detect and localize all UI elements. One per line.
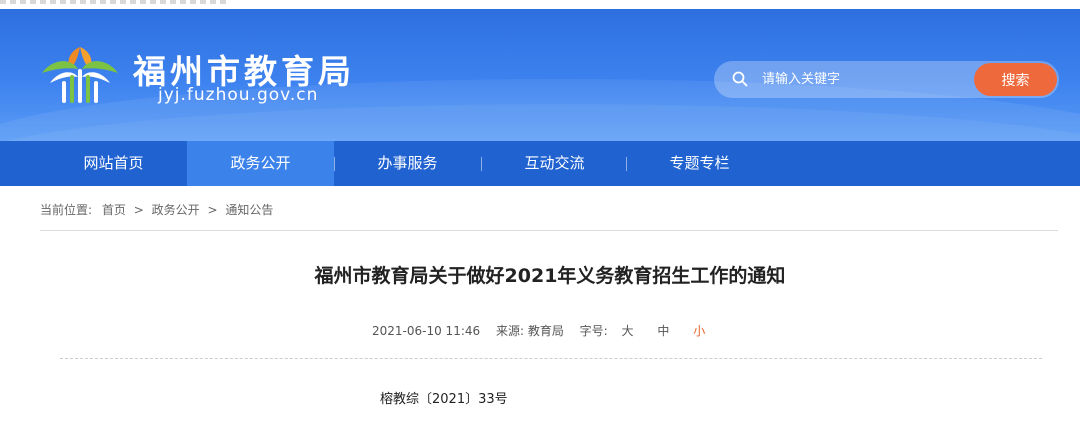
search-box: 搜索 <box>714 61 1059 98</box>
nav-item-special-topics[interactable]: 专题专栏 <box>626 141 773 186</box>
publish-datetime: 2021-06-10 11:46 <box>372 324 481 338</box>
breadcrumb-item-home[interactable]: 首页 <box>102 201 126 218</box>
article-title: 福州市教育局关于做好2021年义务教育招生工作的通知 <box>314 265 786 287</box>
font-size-large-option[interactable]: 大 <box>622 322 634 339</box>
nav-item-government-affairs[interactable]: 政务公开 <box>187 141 334 186</box>
site-domain: jyj.fuzhou.gov.cn <box>158 85 319 105</box>
top-strip <box>0 0 1080 9</box>
banyan-leaf-logo-icon[interactable] <box>40 39 120 105</box>
article-source: 来源: 教育局 <box>495 324 564 338</box>
search-input[interactable] <box>762 67 962 91</box>
meta-divider <box>60 358 1042 359</box>
breadcrumb-item-notices[interactable]: 通知公告 <box>225 201 273 218</box>
article-meta: 2021-06-10 11:46 来源: 教育局 字号: 大 中 小 <box>372 322 705 339</box>
font-size-medium-option[interactable]: 中 <box>657 322 669 339</box>
breadcrumb-separator: > <box>133 203 144 217</box>
search-icon <box>732 71 748 87</box>
breadcrumb-separator: > <box>207 203 218 217</box>
breadcrumb: 当前位置: 首页 > 政务公开 > 通知公告 <box>40 201 273 218</box>
nav-item-home[interactable]: 网站首页 <box>40 141 187 186</box>
top-strip-partial-text <box>0 0 230 4</box>
breadcrumb-prefix: 当前位置: <box>40 203 93 217</box>
nav-item-services[interactable]: 办事服务 <box>334 141 481 186</box>
breadcrumb-item-government-affairs[interactable]: 政务公开 <box>152 201 200 218</box>
main-nav: 网站首页 政务公开 办事服务 互动交流 专题专栏 <box>0 141 1080 186</box>
breadcrumb-divider <box>40 230 1058 231</box>
font-size-small-option[interactable]: 小 <box>693 322 705 339</box>
document-number: 榕教综〔2021〕33号 <box>380 392 508 407</box>
search-button[interactable]: 搜索 <box>974 63 1057 96</box>
site-header: 福州市教育局 jyj.fuzhou.gov.cn 搜索 <box>0 9 1080 141</box>
nav-item-interaction[interactable]: 互动交流 <box>481 141 628 186</box>
font-size-label: 字号: <box>579 324 608 338</box>
